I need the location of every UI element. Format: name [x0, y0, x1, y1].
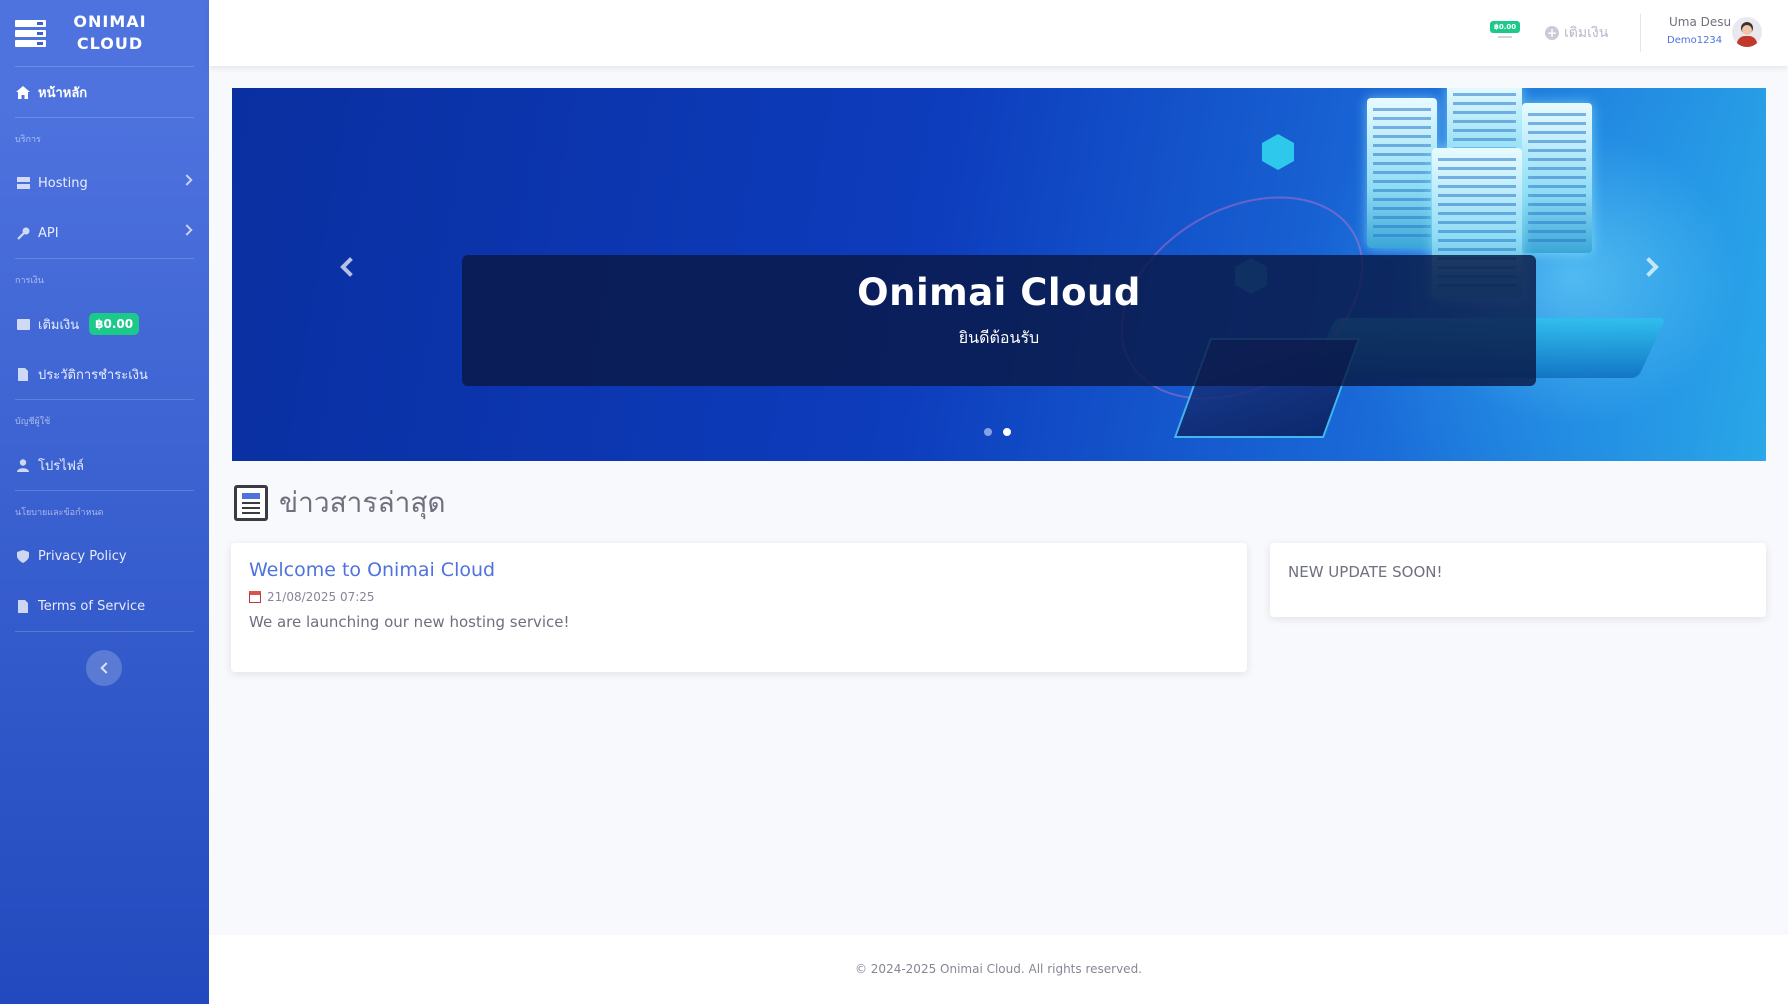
brand-line-2: CLOUD — [76, 34, 144, 53]
carousel-indicators — [984, 428, 1011, 436]
sidebar-item-api[interactable]: API — [0, 208, 209, 258]
wallet-icon — [16, 317, 30, 331]
topup-label: เติมเงิน — [1564, 25, 1609, 41]
divider — [15, 631, 194, 632]
chevron-right-icon — [181, 224, 193, 236]
update-card: NEW UPDATE SOON! — [1270, 543, 1766, 617]
server-icon — [16, 176, 30, 190]
sidebar-item-label: โปรไฟล์ — [38, 458, 84, 474]
brand-line-1: ONIMAI — [73, 12, 147, 31]
file-icon — [16, 367, 30, 381]
carousel-prev-icon[interactable] — [340, 257, 360, 277]
chevron-right-icon — [181, 174, 193, 186]
news-card-title[interactable]: Welcome to Onimai Cloud — [249, 559, 1229, 581]
sidebar-heading-services: บริการ — [15, 135, 41, 145]
news-card: Welcome to Onimai Cloud 21/08/2025 07:25… — [231, 543, 1247, 672]
file-icon — [16, 599, 30, 613]
sidebar-item-payment-history[interactable]: ประวัติการชำระเงิน — [0, 349, 209, 399]
topbar: ฿0.00 + เติมเงิน Uma Desu Demo1234 — [209, 0, 1788, 66]
sidebar-item-label: เติมเงิน — [38, 317, 80, 333]
key-icon — [16, 226, 30, 240]
sidebar-item-label: ประวัติการชำระเงิน — [38, 367, 148, 383]
sidebar-toggle-button[interactable] — [86, 650, 122, 686]
brand[interactable]: ONIMAI CLOUD — [0, 0, 209, 66]
footer: © 2024-2025 Onimai Cloud. All rights res… — [209, 935, 1788, 1004]
user-id: Demo1234 — [1667, 35, 1723, 46]
news-section-header: ข่าวสารล่าสุด — [234, 481, 446, 525]
balance-badge: ฿0.00 — [89, 313, 140, 335]
sidebar-heading-policy: นโยบายและข้อกำหนด — [15, 508, 104, 518]
carousel-subtitle: ยินดีต้อนรับ — [958, 328, 1040, 347]
topbar-balance-badge[interactable]: ฿0.00 — [1490, 21, 1521, 38]
newspaper-icon — [234, 485, 268, 521]
sidebar-item-label: Terms of Service — [38, 598, 146, 614]
sidebar-item-terms-of-service[interactable]: Terms of Service — [0, 581, 209, 631]
news-card-body: We are launching our new hosting service… — [249, 613, 570, 631]
sidebar-item-label: API — [38, 225, 59, 241]
sidebar-item-label: Privacy Policy — [38, 548, 127, 564]
sidebar-item-privacy-policy[interactable]: Privacy Policy — [0, 531, 209, 581]
hero-carousel: Onimai Cloud ยินดีต้อนรับ — [232, 88, 1766, 461]
news-heading: ข่าวสารล่าสุด — [279, 486, 446, 519]
brand-name: ONIMAI CLOUD — [60, 11, 160, 55]
illustration-server-tower — [1367, 98, 1437, 248]
illustration-server-tower — [1522, 103, 1592, 253]
illustration-hexagon — [1262, 134, 1294, 170]
plus-circle-icon: + — [1545, 26, 1559, 40]
shield-icon — [16, 549, 30, 563]
news-card-date: 21/08/2025 07:25 — [267, 590, 375, 604]
avatar[interactable] — [1732, 17, 1762, 47]
sidebar-item-label: หน้าหลัก — [38, 85, 88, 101]
carousel-caption: Onimai Cloud ยินดีต้อนรับ — [462, 255, 1536, 386]
carousel-indicator-1[interactable] — [984, 428, 992, 436]
sidebar-item-profile[interactable]: โปรไฟล์ — [0, 440, 209, 490]
home-icon — [16, 85, 30, 99]
sidebar-item-label: Hosting — [38, 175, 88, 191]
sidebar-item-hosting[interactable]: Hosting — [0, 158, 209, 208]
sidebar-heading-account: บัญชีผู้ใช้ — [15, 417, 51, 427]
server-icon — [15, 19, 46, 47]
sidebar-item-topup[interactable]: เติมเงิน ฿0.00 — [0, 299, 209, 349]
user-icon — [16, 458, 30, 472]
carousel-title: Onimai Cloud — [857, 271, 1141, 314]
carousel-indicator-2[interactable] — [1003, 428, 1011, 436]
sidebar: ONIMAI CLOUD หน้าหลัก บริการ Hosting API… — [0, 0, 209, 1004]
news-card-meta: 21/08/2025 07:25 — [249, 590, 1229, 604]
update-card-text: NEW UPDATE SOON! — [1288, 563, 1443, 581]
sidebar-item-home[interactable]: หน้าหลัก — [0, 67, 209, 117]
copyright-text: © 2024-2025 Onimai Cloud. All rights res… — [854, 962, 1142, 976]
calendar-icon — [249, 591, 261, 603]
topbar-divider — [1640, 14, 1641, 52]
topbar-topup-button[interactable]: + เติมเงิน — [1545, 22, 1608, 44]
user-name: Uma Desu — [1669, 15, 1732, 29]
sidebar-heading-finance: การเงิน — [15, 276, 44, 286]
